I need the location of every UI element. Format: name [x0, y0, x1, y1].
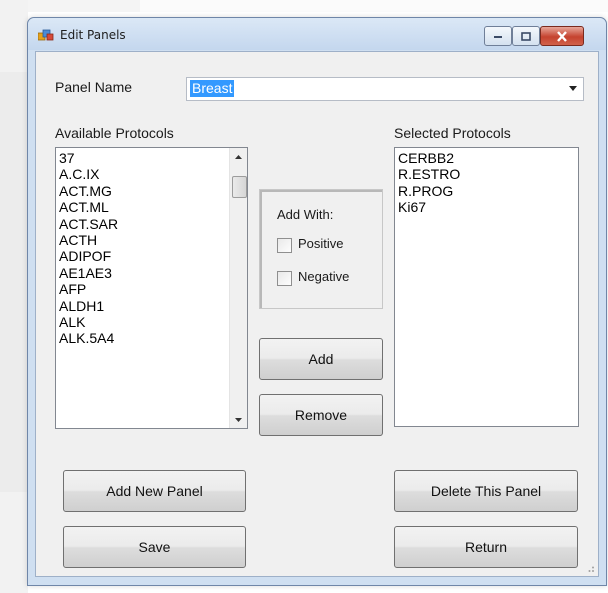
selected-protocols-list[interactable]: CERBB2 R.ESTRO R.PROG Ki67	[394, 147, 579, 427]
background-left-panel	[0, 72, 30, 492]
window-title: Edit Panels	[60, 28, 126, 42]
remove-button[interactable]: Remove	[259, 394, 383, 436]
app-icon	[38, 29, 54, 41]
positive-checkbox[interactable]	[277, 238, 292, 253]
list-item[interactable]: 37	[56, 150, 247, 166]
resize-grip-icon[interactable]	[585, 563, 595, 573]
list-item[interactable]: ACT.SAR	[56, 216, 247, 232]
list-item[interactable]: A.C.IX	[56, 166, 247, 182]
close-icon	[557, 30, 567, 42]
list-item[interactable]: ACTH	[56, 232, 247, 248]
list-item[interactable]: ACT.MG	[56, 183, 247, 199]
list-item[interactable]: ALK.5A4	[56, 330, 247, 346]
edit-panels-window: Edit Panels Panel Name Breast Available …	[27, 17, 607, 586]
add-new-panel-button[interactable]: Add New Panel	[63, 470, 246, 512]
background-top-right	[140, 0, 608, 12]
list-item[interactable]: ADIPOF	[56, 248, 247, 264]
minimize-icon	[494, 36, 502, 38]
negative-label[interactable]: Negative	[298, 269, 349, 284]
add-button[interactable]: Add	[259, 338, 383, 380]
scroll-thumb[interactable]	[232, 176, 247, 198]
title-bar[interactable]: Edit Panels	[28, 18, 606, 50]
maximize-button[interactable]	[512, 26, 540, 46]
chevron-down-icon[interactable]	[569, 86, 577, 91]
maximize-icon	[521, 31, 531, 41]
list-item[interactable]: ALK	[56, 314, 247, 330]
arrow-down-icon	[235, 417, 242, 422]
panel-name-value: Breast	[190, 80, 235, 97]
panel-name-combobox[interactable]: Breast	[186, 77, 584, 101]
return-button[interactable]: Return	[394, 526, 578, 568]
list-item[interactable]: AFP	[56, 281, 247, 297]
panel-name-label: Panel Name	[55, 79, 133, 95]
save-button[interactable]: Save	[63, 526, 246, 568]
list-item[interactable]: ALDH1	[56, 298, 247, 314]
negative-checkbox[interactable]	[277, 271, 292, 286]
client-area: Panel Name Breast Available Protocols Se…	[35, 51, 599, 577]
list-item[interactable]: R.ESTRO	[395, 166, 578, 182]
arrow-up-icon	[235, 154, 242, 159]
add-with-group: Add With: Positive Negative	[259, 189, 383, 309]
list-item[interactable]: R.PROG	[395, 183, 578, 199]
scroll-down-button[interactable]	[230, 411, 247, 428]
available-protocols-list[interactable]: 37 A.C.IX ACT.MG ACT.ML ACT.SAR ACTH ADI…	[55, 147, 248, 429]
list-item[interactable]: Ki67	[395, 199, 578, 215]
list-item[interactable]: ACT.ML	[56, 199, 247, 215]
vertical-scrollbar[interactable]	[229, 148, 247, 428]
scroll-up-button[interactable]	[230, 148, 247, 165]
positive-label[interactable]: Positive	[298, 236, 344, 251]
add-with-label: Add With:	[277, 207, 334, 222]
list-item[interactable]: CERBB2	[395, 150, 578, 166]
delete-this-panel-button[interactable]: Delete This Panel	[394, 470, 578, 512]
available-protocols-label: Available Protocols	[55, 125, 174, 141]
list-item[interactable]: AE1AE3	[56, 265, 247, 281]
close-button[interactable]	[540, 26, 584, 46]
minimize-button[interactable]	[484, 26, 512, 46]
selected-protocols-label: Selected Protocols	[394, 125, 511, 141]
